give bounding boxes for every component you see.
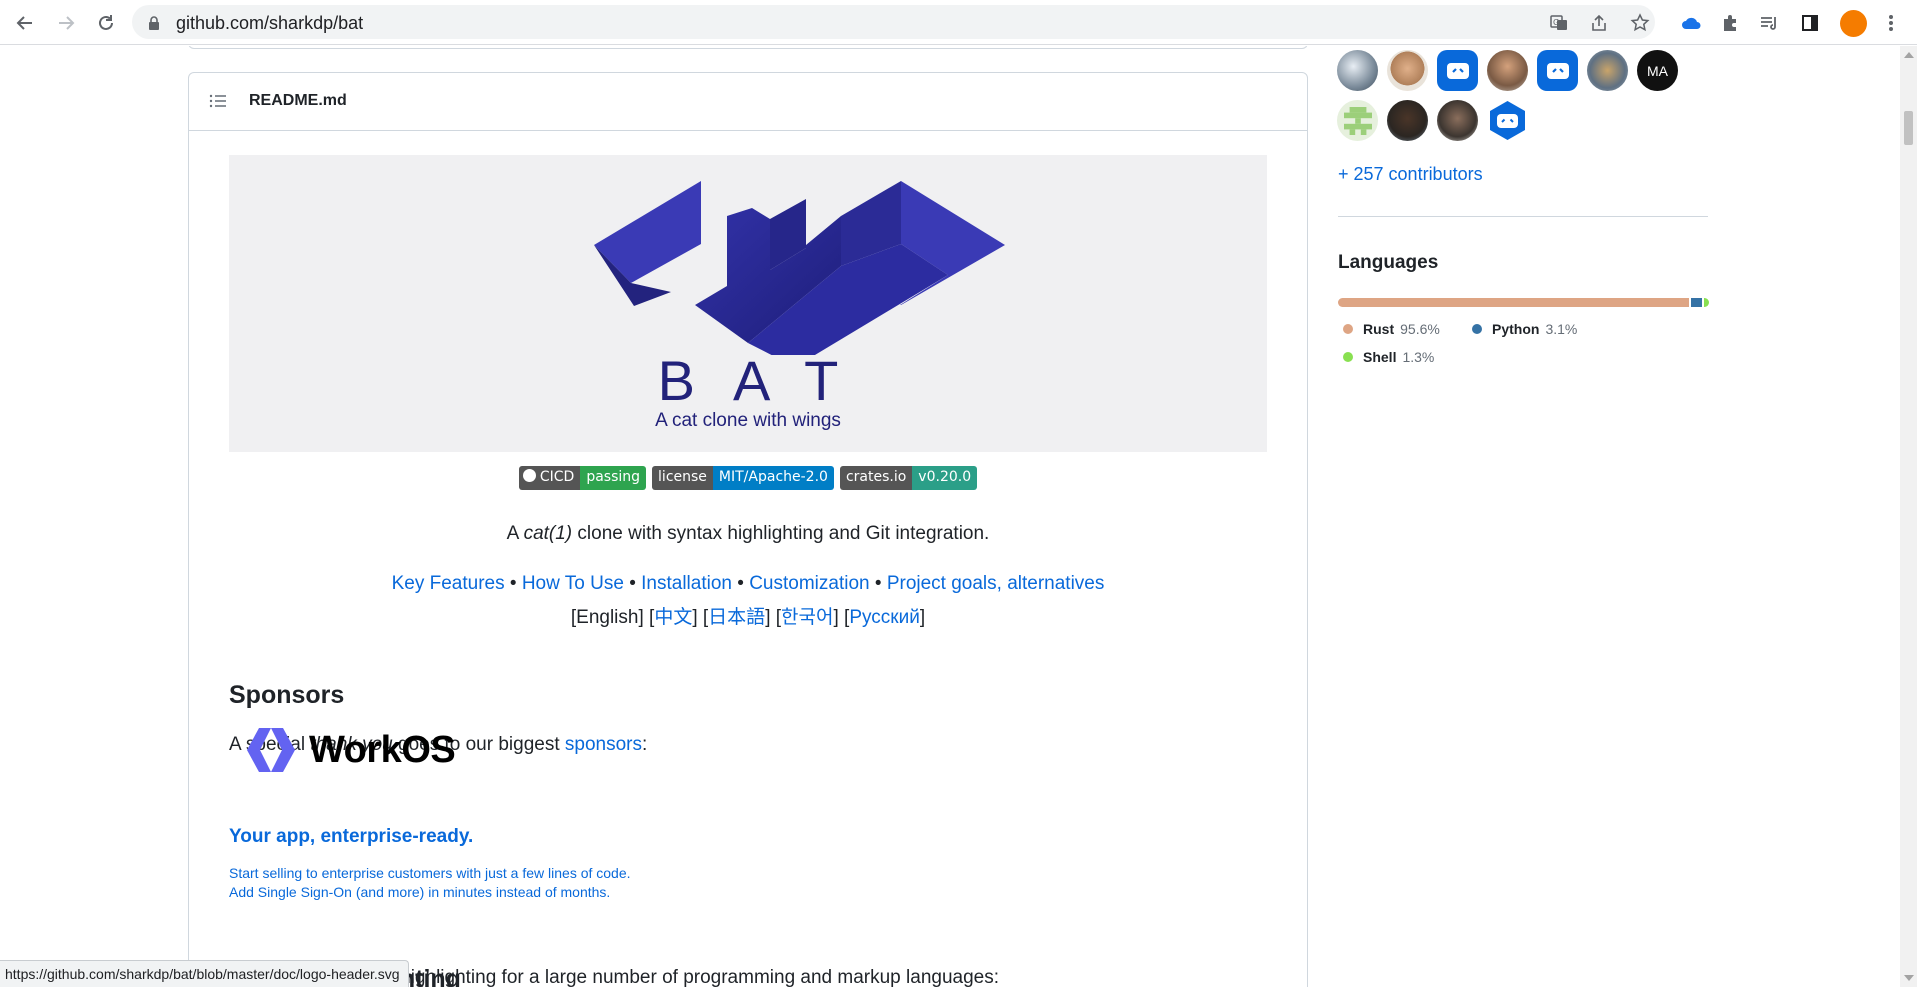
file-list-box <box>188 46 1308 49</box>
readme-filename: README.md <box>249 92 347 109</box>
cicd-badge[interactable]: CICD passing <box>518 466 647 490</box>
lock-icon <box>149 16 159 30</box>
workos-icon <box>247 728 295 772</box>
contributor-avatar[interactable] <box>1387 50 1428 91</box>
contributors-link[interactable]: + 257 contributors <box>1338 164 1483 185</box>
forward-button[interactable] <box>52 9 80 37</box>
languages-bar <box>1338 298 1709 307</box>
sidebar-divider <box>1338 216 1708 217</box>
browser-toolbar: github.com/sharkdp/bat G <box>0 0 1917 45</box>
link-installation[interactable]: Installation <box>641 573 732 594</box>
address-bar[interactable]: github.com/sharkdp/bat G <box>132 5 1655 39</box>
media-queue-icon[interactable] <box>1756 10 1782 36</box>
language-bar-segment-shell <box>1704 298 1709 307</box>
contributor-avatar[interactable] <box>1537 50 1578 91</box>
workos-sponsor-logo[interactable]: WorkOS <box>247 728 456 772</box>
bot-icon <box>1546 62 1569 79</box>
link-lang-russian[interactable]: Русский <box>849 607 920 628</box>
extensions-puzzle-icon[interactable] <box>1717 10 1743 36</box>
language-item-python[interactable]: Python 3.1% <box>1472 321 1577 337</box>
reload-button[interactable] <box>92 9 120 37</box>
cloud-extension-icon[interactable] <box>1678 10 1704 36</box>
sponsors-heading: Sponsors <box>229 681 345 709</box>
project-tagline: A cat(1) clone with syntax highlighting … <box>506 523 990 544</box>
contributor-avatar[interactable] <box>1337 50 1378 91</box>
readme-header: README.md <box>189 73 1307 131</box>
page-scrollbar[interactable] <box>1900 46 1917 987</box>
link-customization[interactable]: Customization <box>749 573 869 594</box>
languages-title: Languages <box>1338 252 1439 273</box>
bat-logo-icon <box>594 181 1005 355</box>
language-bar-segment-rust <box>1338 298 1689 307</box>
license-badge[interactable]: license MIT/Apache-2.0 <box>652 466 834 490</box>
contributor-avatar[interactable] <box>1337 100 1378 141</box>
language-dot <box>1472 324 1482 334</box>
link-key-features[interactable]: Key Features <box>392 573 505 594</box>
language-item-shell[interactable]: Shell 1.3% <box>1343 349 1434 365</box>
contributor-avatar[interactable]: MA <box>1637 50 1678 91</box>
page-content: README.md BAT A cat clone with wings CIC… <box>0 46 1900 987</box>
link-lang-korean[interactable]: 한국어 <box>781 607 833 628</box>
back-button[interactable] <box>11 9 39 37</box>
contributor-avatar[interactable] <box>1437 50 1478 91</box>
contributor-avatar[interactable] <box>1387 100 1428 141</box>
profile-avatar[interactable] <box>1840 10 1867 37</box>
link-lang-chinese[interactable]: 中文 <box>654 607 692 628</box>
language-bar-segment-python <box>1690 298 1703 307</box>
crates-badge[interactable]: crates.io v0.20.0 <box>839 466 978 490</box>
bat-logo-tagline: A cat clone with wings <box>655 410 841 431</box>
link-how-to-use[interactable]: How To Use <box>522 573 624 594</box>
contributor-avatar[interactable] <box>1587 50 1628 91</box>
side-panel-icon[interactable] <box>1797 10 1823 36</box>
identicon-icon <box>1343 106 1372 135</box>
arrow-right-icon <box>59 16 75 30</box>
url-text: github.com/sharkdp/bat <box>176 13 364 33</box>
bot-hexagon-icon <box>1490 101 1525 140</box>
language-dot <box>1343 352 1353 362</box>
bat-logo-word: BAT <box>657 349 877 412</box>
language-item-rust[interactable]: Rust 95.6% <box>1343 321 1440 337</box>
link-project-goals[interactable]: Project goals, alternatives <box>887 573 1105 594</box>
contributor-avatar[interactable] <box>1487 50 1528 91</box>
bookmark-star-icon[interactable] <box>1629 12 1651 34</box>
github-icon <box>522 469 536 482</box>
bat-logo-header[interactable]: BAT A cat clone with wings <box>229 155 1267 452</box>
workos-line-2[interactable]: Add Single Sign-On (and more) in minutes… <box>229 884 610 900</box>
link-lang-japanese[interactable]: 日本語 <box>708 607 765 628</box>
feature-links: Key Features • How To Use • Installation… <box>391 573 1105 594</box>
contributor-avatar[interactable] <box>1437 100 1478 141</box>
badge-row: CICD passing license MIT/Apache-2.0 crat… <box>189 466 1307 490</box>
bot-icon <box>1446 62 1469 79</box>
more-menu-icon[interactable] <box>1878 10 1904 36</box>
translate-icon[interactable]: G <box>1548 12 1570 34</box>
workos-wordmark: WorkOS <box>309 728 456 771</box>
scroll-thumb[interactable] <box>1904 111 1913 145</box>
link-status-bar: https://github.com/sharkdp/bat/blob/mast… <box>0 960 409 987</box>
table-of-contents-icon[interactable] <box>209 93 227 109</box>
readme-box: README.md BAT A cat clone with wings CIC… <box>188 72 1308 987</box>
scroll-up-arrow-icon[interactable] <box>1904 52 1914 58</box>
share-icon[interactable] <box>1588 12 1610 34</box>
workos-line-1[interactable]: Start selling to enterprise customers wi… <box>229 865 631 881</box>
language-links: [English] [中文] [日本語] [한국어] [Русский] <box>570 607 926 628</box>
contributor-avatar[interactable] <box>1487 100 1528 141</box>
sponsors-link[interactable]: sponsors <box>565 734 642 755</box>
arrow-left-icon <box>16 16 32 30</box>
workos-heading-link[interactable]: Your app, enterprise-ready. <box>229 826 473 848</box>
reload-icon <box>99 15 113 30</box>
language-dot <box>1343 324 1353 334</box>
scroll-down-arrow-icon[interactable] <box>1904 975 1914 981</box>
